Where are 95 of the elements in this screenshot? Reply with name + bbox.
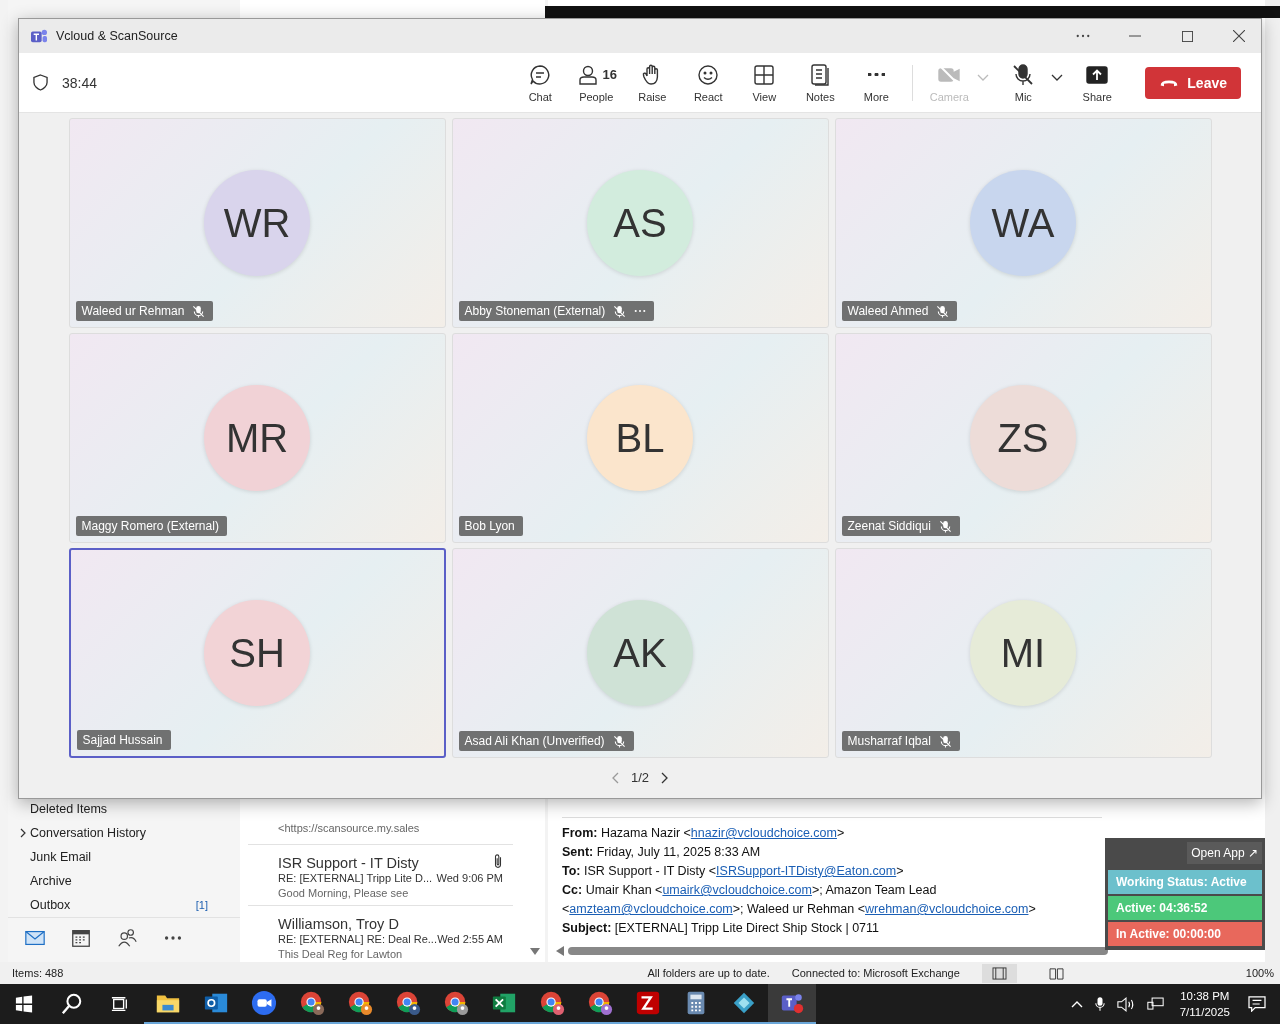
message-sender: ISR Support - IT Disty (278, 855, 419, 871)
email-header-line: To: ISR Support - IT Disty <ISRSupport-ITDisty@Eaton.com> (562, 863, 905, 880)
calendar-icon[interactable] (70, 927, 92, 949)
participant-avatar: AS (587, 170, 693, 276)
email-header-line: Sent: Friday, July 11, 2025 8:33 AM (562, 844, 762, 861)
email-link[interactable]: ISRSupport-ITDisty@Eaton.com (716, 864, 897, 878)
window-title: Vcloud & ScanSource (56, 29, 178, 43)
tracker-status-row: In Active: 00:00:00 (1108, 922, 1262, 946)
message-preview: Good Morning, Please see (278, 887, 410, 899)
message-date: Wed 9:06 PM (436, 872, 503, 884)
people-button[interactable]: 16 People (568, 62, 625, 103)
message-preview: This Deal Reg for Lawton (278, 948, 404, 960)
participant-tile[interactable]: BL Bob Lyon (451, 333, 829, 543)
sync-status: All folders are up to date. (647, 967, 770, 979)
tracker-status-row: Working Status: Active (1108, 870, 1262, 894)
notes-button[interactable]: Notes (792, 62, 849, 103)
maximize-icon[interactable] (1181, 30, 1193, 42)
participant-name: Bob Lyon (464, 519, 515, 533)
scroll-left-icon[interactable] (556, 946, 564, 956)
participant-name: Maggy Romero (External) (81, 519, 219, 533)
message-item[interactable]: <https://scansource.my.sales (248, 813, 513, 844)
normal-view-icon[interactable] (981, 963, 1017, 983)
leave-button[interactable]: Leave (1145, 66, 1241, 99)
message-item[interactable]: ISR Support - IT Disty RE: [EXTERNAL] Tripp Lite D... Wed 9:06 PM Good Morning, Please see (248, 844, 513, 905)
shield-icon (33, 74, 48, 91)
message-date: Wed 2:55 AM (437, 933, 503, 945)
email-link[interactable]: umairk@vcloudchoice.com (662, 883, 812, 897)
participant-name: Asad Ali Khan (Unverified) (464, 734, 605, 748)
open-app-button[interactable]: Open App ↗ (1187, 842, 1262, 864)
participant-name: Waleed Ahmed (847, 304, 929, 318)
more-button[interactable]: More (848, 62, 905, 103)
tracker-status-row: Active: 04:36:52 (1108, 896, 1262, 920)
email-link[interactable]: wrehman@vcloudchoice.com (865, 902, 1029, 916)
participant-avatar: WR (204, 170, 310, 276)
clock-date[interactable]: 7/11/2025 (1179, 1004, 1230, 1020)
message-sender: Williamson, Troy D (278, 916, 399, 932)
clock-time[interactable]: 10:38 PM (1180, 988, 1230, 1004)
chat-app-icon[interactable] (768, 984, 816, 1024)
people-icon[interactable] (116, 927, 138, 949)
view-button[interactable]: View (736, 62, 793, 103)
participant-tile[interactable]: SH Sajjad Hussain (68, 548, 446, 758)
participant-tile[interactable]: WA Waleed Ahmed (834, 118, 1212, 328)
chat-button[interactable]: Chat (512, 62, 569, 103)
next-page-icon[interactable] (661, 771, 670, 784)
participant-avatar: MI (970, 600, 1076, 706)
item-count: Items: 488 (12, 967, 64, 979)
participant-avatar: WA (970, 170, 1076, 276)
smiley-icon (696, 62, 721, 87)
connection-status: Connected to: Microsoft Exchange (791, 967, 960, 979)
grid-icon (752, 62, 777, 87)
folder-item[interactable]: Conversation History (8, 821, 240, 845)
email-header-line: From: Hazama Nazir <hnazir@vcloudchoice.com> (562, 825, 846, 842)
participant-avatar: MR (204, 385, 310, 491)
email-header-line: Subject: [EXTERNAL] Tripp Lite Direct Ship Stock | 0711 (562, 920, 881, 937)
unread-count: [1] (195, 899, 208, 911)
folder-item[interactable]: Archive (8, 869, 240, 893)
participant-name: Sajjad Hussain (82, 733, 163, 747)
message-preview: <https://scansource.my.sales (278, 822, 421, 834)
participant-tile[interactable]: WR Waleed ur Rehman (68, 118, 446, 328)
meeting-duration: 38:44 (62, 74, 98, 91)
page-indicator: 1/2 (630, 770, 650, 785)
participant-avatar: BL (587, 385, 693, 491)
email-link[interactable]: amzteam@vcloudchoice.com (569, 902, 733, 916)
folder-item[interactable]: Outbox [1] (8, 893, 240, 917)
participant-name: Abby Stoneman (External) (464, 304, 606, 318)
close-icon[interactable] (1233, 30, 1245, 42)
participant-tile[interactable]: AS Abby Stoneman (External) (451, 118, 829, 328)
participant-name: Musharraf Iqbal (847, 734, 931, 748)
scrollbar-thumb[interactable] (568, 947, 1108, 955)
participant-tile[interactable]: MR Maggy Romero (External) (68, 333, 446, 543)
teams-logo-icon (30, 28, 48, 44)
raise-button[interactable]: Raise (624, 62, 681, 103)
dropdown-caret-icon[interactable] (1051, 73, 1064, 82)
message-subject: RE: [EXTERNAL] RE: Deal Re... (278, 933, 437, 945)
more-icon (867, 73, 885, 76)
react-button[interactable]: React (680, 62, 737, 103)
participant-name: Zeenat Siddiqui (847, 519, 931, 533)
participant-name: Waleed ur Rehman (81, 304, 185, 318)
email-header-line: Cc: Umair Khan <umairk@vcloudchoice.com>; Amazon Team Lead <amzteam@vcloudchoice.com>; Waleed ur Rehman <wrehman@vcloudchoice.com> (562, 882, 1037, 918)
more-options-icon[interactable] (1076, 34, 1090, 38)
participant-avatar: SH (204, 600, 310, 706)
participant-avatar: AK (587, 600, 693, 706)
mic-button[interactable]: Mic (995, 62, 1052, 103)
share-button[interactable]: Share (1069, 62, 1126, 103)
message-subject: RE: [EXTERNAL] Tripp Lite D... (278, 872, 433, 884)
participant-tile[interactable]: ZS Zeenat Siddiqui (834, 333, 1212, 543)
participant-avatar: ZS (970, 385, 1076, 491)
folder-item[interactable]: Deleted Items (8, 797, 240, 821)
email-link[interactable]: hnazir@vcloudchoice.com (690, 826, 837, 840)
more-icon[interactable] (634, 309, 647, 313)
participant-tile[interactable]: MI Musharraf Iqbal (834, 548, 1212, 758)
scroll-down-icon[interactable] (530, 948, 540, 956)
zoom-level: 100% (1245, 967, 1274, 979)
folder-item[interactable]: Junk Email (8, 845, 240, 869)
participant-tile[interactable]: AK Asad Ali Khan (Unverified) (451, 548, 829, 758)
